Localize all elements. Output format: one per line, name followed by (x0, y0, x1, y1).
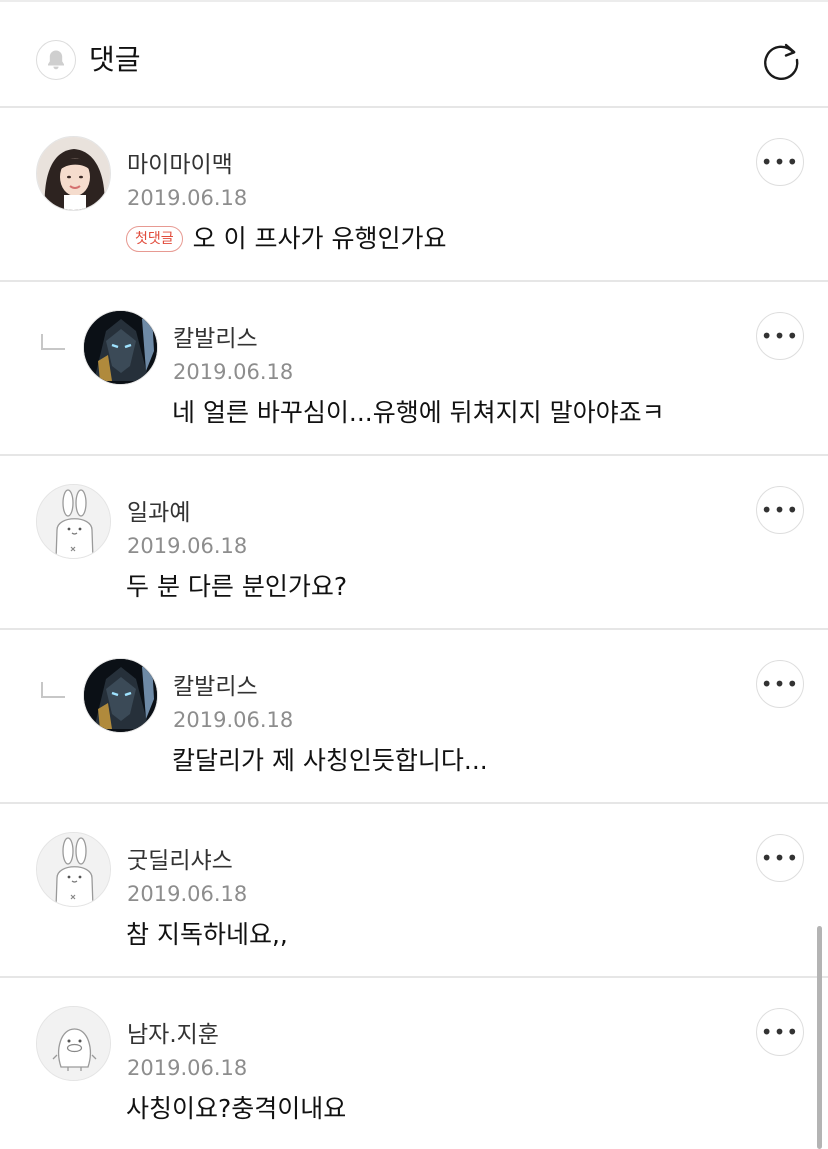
comments-page: 댓글 마이마이맥 2019.06.18 첫댓글 오 이 프사가 유행인가요 ••… (0, 0, 828, 1149)
more-options-button[interactable]: ••• (756, 834, 804, 882)
first-comment-badge: 첫댓글 (126, 226, 183, 252)
more-options-button[interactable]: ••• (756, 312, 804, 360)
comment-author[interactable]: 일과예 (127, 498, 190, 528)
comment-text: 참 지독하네요,, (126, 920, 288, 949)
comment-date: 2019.06.18 (173, 708, 294, 732)
more-icon: ••• (760, 1020, 800, 1044)
comment-author[interactable]: 칼발리스 (173, 672, 258, 702)
bell-icon[interactable] (36, 40, 76, 80)
more-options-button[interactable]: ••• (756, 1008, 804, 1056)
more-icon: ••• (760, 498, 800, 522)
comment-text: 사칭이요?충격이내요 (126, 1094, 347, 1123)
more-icon: ••• (760, 150, 800, 174)
comment-date: 2019.06.18 (127, 186, 248, 210)
avatar[interactable] (36, 484, 111, 559)
comment-text: 네 얼른 바꾸심이...유행에 뒤쳐지지 말아야죠ㅋ (172, 398, 665, 427)
page-title: 댓글 (89, 43, 141, 76)
comment-author[interactable]: 칼발리스 (173, 324, 258, 354)
reply-item: 칼발리스 2019.06.18 네 얼른 바꾸심이...유행에 뒤쳐지지 말아야… (0, 282, 828, 456)
avatar[interactable] (83, 310, 158, 385)
comment-item: 마이마이맥 2019.06.18 첫댓글 오 이 프사가 유행인가요 ••• (0, 108, 828, 282)
comment-item: 굿딜리샤스 2019.06.18 참 지독하네요,, ••• (0, 804, 828, 978)
avatar[interactable] (83, 658, 158, 733)
avatar[interactable] (36, 1006, 111, 1081)
more-icon: ••• (760, 324, 800, 348)
comment-date: 2019.06.18 (173, 360, 294, 384)
reply-indicator-icon (41, 334, 65, 350)
avatar[interactable] (36, 136, 111, 211)
reply-indicator-icon (41, 682, 65, 698)
more-icon: ••• (760, 846, 800, 870)
more-icon: ••• (760, 672, 800, 696)
scrollbar[interactable] (817, 926, 822, 1149)
comment-author[interactable]: 마이마이맥 (127, 150, 233, 180)
comments-header: 댓글 (0, 2, 828, 108)
comment-item: 남자.지훈 2019.06.18 사칭이요?충격이내요 ••• (0, 978, 828, 1149)
more-options-button[interactable]: ••• (756, 138, 804, 186)
comment-text: 두 분 다른 분인가요? (126, 572, 348, 601)
comment-author[interactable]: 남자.지훈 (127, 1020, 219, 1050)
comment-date: 2019.06.18 (127, 882, 248, 906)
reply-item: 칼발리스 2019.06.18 칼달리가 제 사칭인듯합니다... ••• (0, 630, 828, 804)
comment-text: 오 이 프사가 유행인가요 (192, 224, 447, 253)
more-options-button[interactable]: ••• (756, 660, 804, 708)
comment-author[interactable]: 굿딜리샤스 (127, 846, 233, 876)
comment-date: 2019.06.18 (127, 1056, 248, 1080)
comment-text: 칼달리가 제 사칭인듯합니다... (172, 746, 488, 775)
refresh-icon[interactable] (758, 37, 804, 83)
comment-body: 첫댓글 오 이 프사가 유행인가요 (126, 222, 446, 256)
more-options-button[interactable]: ••• (756, 486, 804, 534)
comment-date: 2019.06.18 (127, 534, 248, 558)
comment-item: 일과예 2019.06.18 두 분 다른 분인가요? ••• (0, 456, 828, 630)
avatar[interactable] (36, 832, 111, 907)
